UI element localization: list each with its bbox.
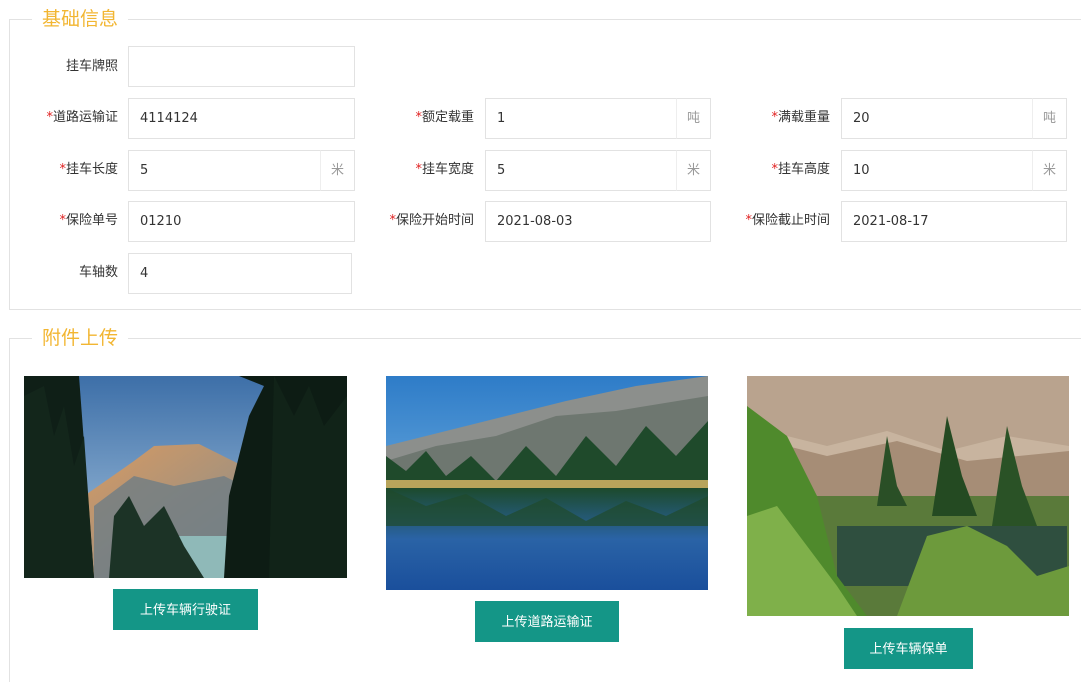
attachments-title: 附件上传 bbox=[32, 326, 129, 350]
height-input[interactable]: 10 bbox=[841, 150, 1033, 191]
height-label: *挂车高度 bbox=[771, 162, 830, 177]
plate-input[interactable] bbox=[128, 46, 355, 87]
basic-info-title: 基础信息 bbox=[32, 7, 129, 31]
height-unit: 米 bbox=[1032, 150, 1067, 191]
ins-start-label: *保险开始时间 bbox=[389, 213, 474, 228]
rated-load-label: *额定载重 bbox=[415, 110, 474, 125]
length-input[interactable]: 5 bbox=[128, 150, 321, 191]
full-weight-label: *满载重量 bbox=[771, 110, 830, 125]
plate-label: 挂车牌照 bbox=[65, 59, 118, 74]
axles-input[interactable]: 4 bbox=[128, 253, 352, 294]
vehicle-policy-preview bbox=[747, 376, 1069, 616]
road-permit-input[interactable]: 4114124 bbox=[128, 98, 355, 139]
upload-vehicle-policy-button[interactable]: 上传车辆保单 bbox=[844, 628, 973, 669]
rated-load-unit: 吨 bbox=[676, 98, 711, 139]
full-weight-input[interactable]: 20 bbox=[841, 98, 1033, 139]
axles-label: 车轴数 bbox=[78, 265, 118, 280]
road-permit-label: *道路运输证 bbox=[46, 110, 118, 125]
policy-no-input[interactable]: 01210 bbox=[128, 201, 355, 242]
upload-road-permit-button[interactable]: 上传道路运输证 bbox=[475, 601, 619, 642]
upload-vehicle-license-button[interactable]: 上传车辆行驶证 bbox=[113, 589, 258, 630]
full-weight-unit: 吨 bbox=[1032, 98, 1067, 139]
ins-end-input[interactable]: 2021-08-17 bbox=[841, 201, 1067, 242]
width-label: *挂车宽度 bbox=[415, 162, 474, 177]
length-unit: 米 bbox=[320, 150, 355, 191]
rated-load-input[interactable]: 1 bbox=[485, 98, 677, 139]
road-permit-preview bbox=[386, 376, 708, 590]
length-label: *挂车长度 bbox=[59, 162, 118, 177]
policy-no-label: *保险单号 bbox=[59, 213, 118, 228]
ins-start-input[interactable]: 2021-08-03 bbox=[485, 201, 711, 242]
width-unit: 米 bbox=[676, 150, 711, 191]
ins-end-label: *保险截止时间 bbox=[745, 213, 830, 228]
width-input[interactable]: 5 bbox=[485, 150, 677, 191]
vehicle-license-preview bbox=[24, 376, 347, 578]
